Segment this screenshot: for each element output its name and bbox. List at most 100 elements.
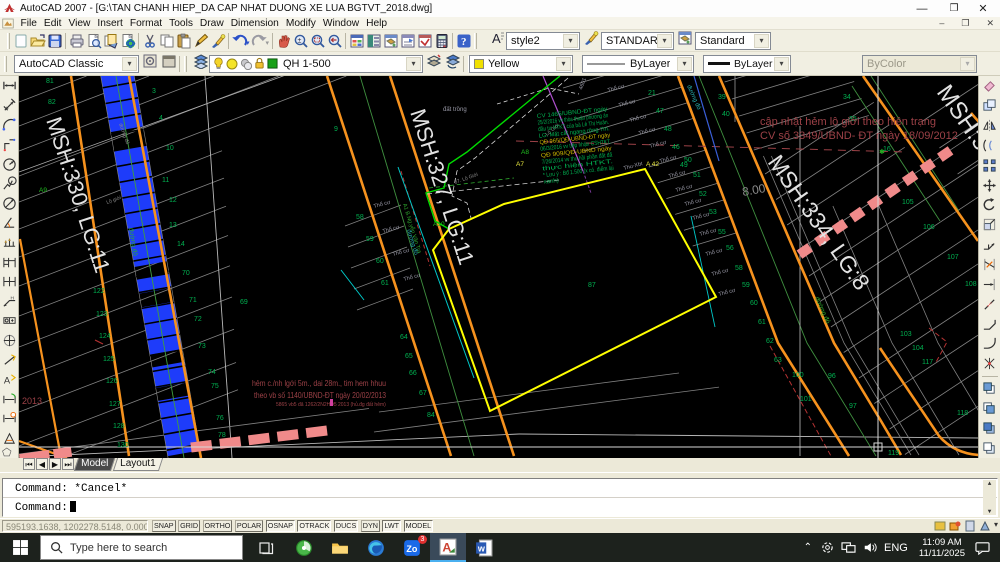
svg-text:Thổ cư: Thổ cư bbox=[684, 197, 703, 208]
svg-text:71: 71 bbox=[189, 297, 197, 304]
svg-text:118: 118 bbox=[957, 410, 968, 417]
svg-text:A7: A7 bbox=[516, 161, 524, 168]
svg-text:78: 78 bbox=[218, 432, 226, 439]
svg-text:16: 16 bbox=[883, 146, 891, 153]
svg-text:82: 82 bbox=[48, 99, 56, 106]
svg-text:A 42: A 42 bbox=[646, 161, 659, 168]
svg-text:40: 40 bbox=[722, 111, 730, 118]
svg-text:Lộ giới: Lộ giới bbox=[106, 195, 122, 206]
svg-text:MSH:330, LG:11: MSH:330, LG:11 bbox=[41, 114, 115, 276]
svg-text:46: 46 bbox=[672, 144, 680, 151]
svg-text:Thổ cư: Thổ cư bbox=[692, 211, 711, 222]
svg-text:cập nhật hẻm lộ giới theo hiện: cập nhật hẻm lộ giới theo hiện trạng bbox=[760, 116, 936, 128]
svg-text:Thổ cư: Thổ cư bbox=[607, 83, 626, 94]
svg-text:126: 126 bbox=[106, 378, 118, 385]
svg-text:H: H bbox=[10, 295, 13, 300]
svg-text:xanh): xanh) bbox=[543, 178, 559, 186]
svg-text:117: 117 bbox=[922, 359, 933, 366]
svg-text:106: 106 bbox=[923, 224, 935, 231]
svg-text:đất trồng: đất trồng bbox=[443, 107, 467, 113]
svg-text:59: 59 bbox=[366, 236, 374, 243]
svg-text:13: 13 bbox=[169, 222, 177, 229]
svg-text:Thổ cư: Thổ cư bbox=[718, 287, 737, 298]
svg-text:56: 56 bbox=[726, 245, 734, 252]
svg-text:51: 51 bbox=[693, 172, 701, 179]
svg-text:105: 105 bbox=[902, 199, 914, 206]
svg-text:w: w bbox=[477, 543, 486, 553]
svg-text:21: 21 bbox=[648, 90, 656, 97]
svg-text:104: 104 bbox=[912, 345, 924, 352]
svg-text:Thổ cư: Thổ cư bbox=[699, 227, 718, 238]
svg-text:A8: A8 bbox=[521, 149, 529, 156]
svg-text:127: 127 bbox=[109, 401, 121, 408]
svg-text:50: 50 bbox=[684, 157, 692, 164]
svg-text:60: 60 bbox=[750, 300, 758, 307]
svg-text:73: 73 bbox=[198, 343, 206, 350]
svg-text:4601: 4601 bbox=[578, 77, 588, 91]
svg-text:Thổ cư: Thổ cư bbox=[618, 98, 637, 109]
svg-text:64: 64 bbox=[400, 334, 408, 341]
svg-text:Thổ cư: Thổ cư bbox=[668, 169, 687, 180]
svg-text:CV số 3349/UBND- ĐT ngày 18/09: CV số 3349/UBND- ĐT ngày 18/09/2012 bbox=[760, 130, 958, 142]
svg-text:63: 63 bbox=[774, 357, 782, 364]
svg-text:Thổ cư: Thổ cư bbox=[382, 224, 401, 235]
svg-text:53: 53 bbox=[709, 209, 717, 216]
svg-text:97: 97 bbox=[849, 403, 857, 410]
svg-text:72: 72 bbox=[194, 316, 202, 323]
svg-text:14: 14 bbox=[177, 241, 185, 248]
svg-text:59: 59 bbox=[742, 282, 750, 289]
svg-text:58: 58 bbox=[735, 265, 743, 272]
svg-text:12: 12 bbox=[169, 197, 177, 204]
svg-text:4: 4 bbox=[159, 115, 163, 122]
svg-text:103: 103 bbox=[900, 331, 912, 338]
svg-text:10: 10 bbox=[166, 145, 174, 152]
svg-text:123: 123 bbox=[96, 311, 108, 318]
svg-text:100: 100 bbox=[792, 372, 804, 379]
svg-text:101: 101 bbox=[800, 396, 812, 403]
svg-text:81: 81 bbox=[46, 78, 54, 85]
svg-text:11: 11 bbox=[162, 177, 169, 184]
svg-text:69: 69 bbox=[240, 299, 248, 306]
svg-text:125: 125 bbox=[103, 356, 115, 363]
svg-text:128: 128 bbox=[113, 423, 125, 430]
svg-text:122: 122 bbox=[93, 288, 105, 295]
svg-text:74: 74 bbox=[208, 369, 216, 376]
svg-text:55: 55 bbox=[718, 229, 726, 236]
svg-text:61: 61 bbox=[381, 280, 389, 287]
svg-text:62: 62 bbox=[766, 338, 774, 345]
svg-text:108: 108 bbox=[965, 281, 977, 288]
svg-text:Thổ cư: Thổ cư bbox=[675, 183, 694, 194]
svg-text:2013: 2013 bbox=[22, 396, 42, 406]
svg-text:A: A bbox=[492, 31, 501, 46]
svg-text:MSH:334, LG:8: MSH:334, LG:8 bbox=[763, 150, 875, 295]
svg-text:75: 75 bbox=[211, 383, 219, 390]
svg-text:hẻm c./nh lgới 5m., dai 28m.,: hẻm c./nh lgới 5m., dai 28m., tim hem hh… bbox=[252, 378, 386, 388]
svg-text:96: 96 bbox=[828, 373, 836, 380]
svg-text:A: A bbox=[3, 375, 10, 385]
svg-text:84: 84 bbox=[427, 412, 435, 419]
svg-text:Thổ cư: Thổ cư bbox=[649, 139, 668, 150]
svg-text:theo vb số 1140/UBND-ĐT ngày 2: theo vb số 1140/UBND-ĐT ngày 20/02/2013 bbox=[254, 390, 386, 400]
svg-text:65: 65 bbox=[405, 353, 413, 360]
svg-text:124: 124 bbox=[99, 333, 111, 340]
svg-text:Thổ cư: Thổ cư bbox=[373, 199, 392, 210]
svg-text:66: 66 bbox=[409, 370, 417, 377]
svg-text:107: 107 bbox=[947, 254, 959, 261]
svg-text:?: ? bbox=[461, 36, 467, 48]
svg-text:Thổ cư: Thổ cư bbox=[403, 272, 422, 283]
svg-text:MSH:336: MSH:336 bbox=[931, 80, 978, 177]
svg-text:Thổ cư: Thổ cư bbox=[659, 154, 678, 165]
svg-text:58: 58 bbox=[356, 214, 364, 221]
svg-text:Thổ cư: Thổ cư bbox=[392, 247, 411, 258]
svg-text:119: 119 bbox=[888, 450, 899, 457]
svg-text:70: 70 bbox=[182, 270, 190, 277]
svg-text:8.00: 8.00 bbox=[741, 181, 767, 199]
svg-text:76: 76 bbox=[216, 415, 224, 422]
svg-text:47: 47 bbox=[656, 108, 664, 115]
svg-text:Thổ cư: Thổ cư bbox=[705, 247, 724, 258]
svg-text:39: 39 bbox=[718, 94, 726, 101]
svg-text:130: 130 bbox=[117, 442, 129, 449]
svg-text:48: 48 bbox=[664, 126, 672, 133]
svg-text:61: 61 bbox=[758, 319, 766, 326]
svg-text:67: 67 bbox=[419, 390, 427, 397]
